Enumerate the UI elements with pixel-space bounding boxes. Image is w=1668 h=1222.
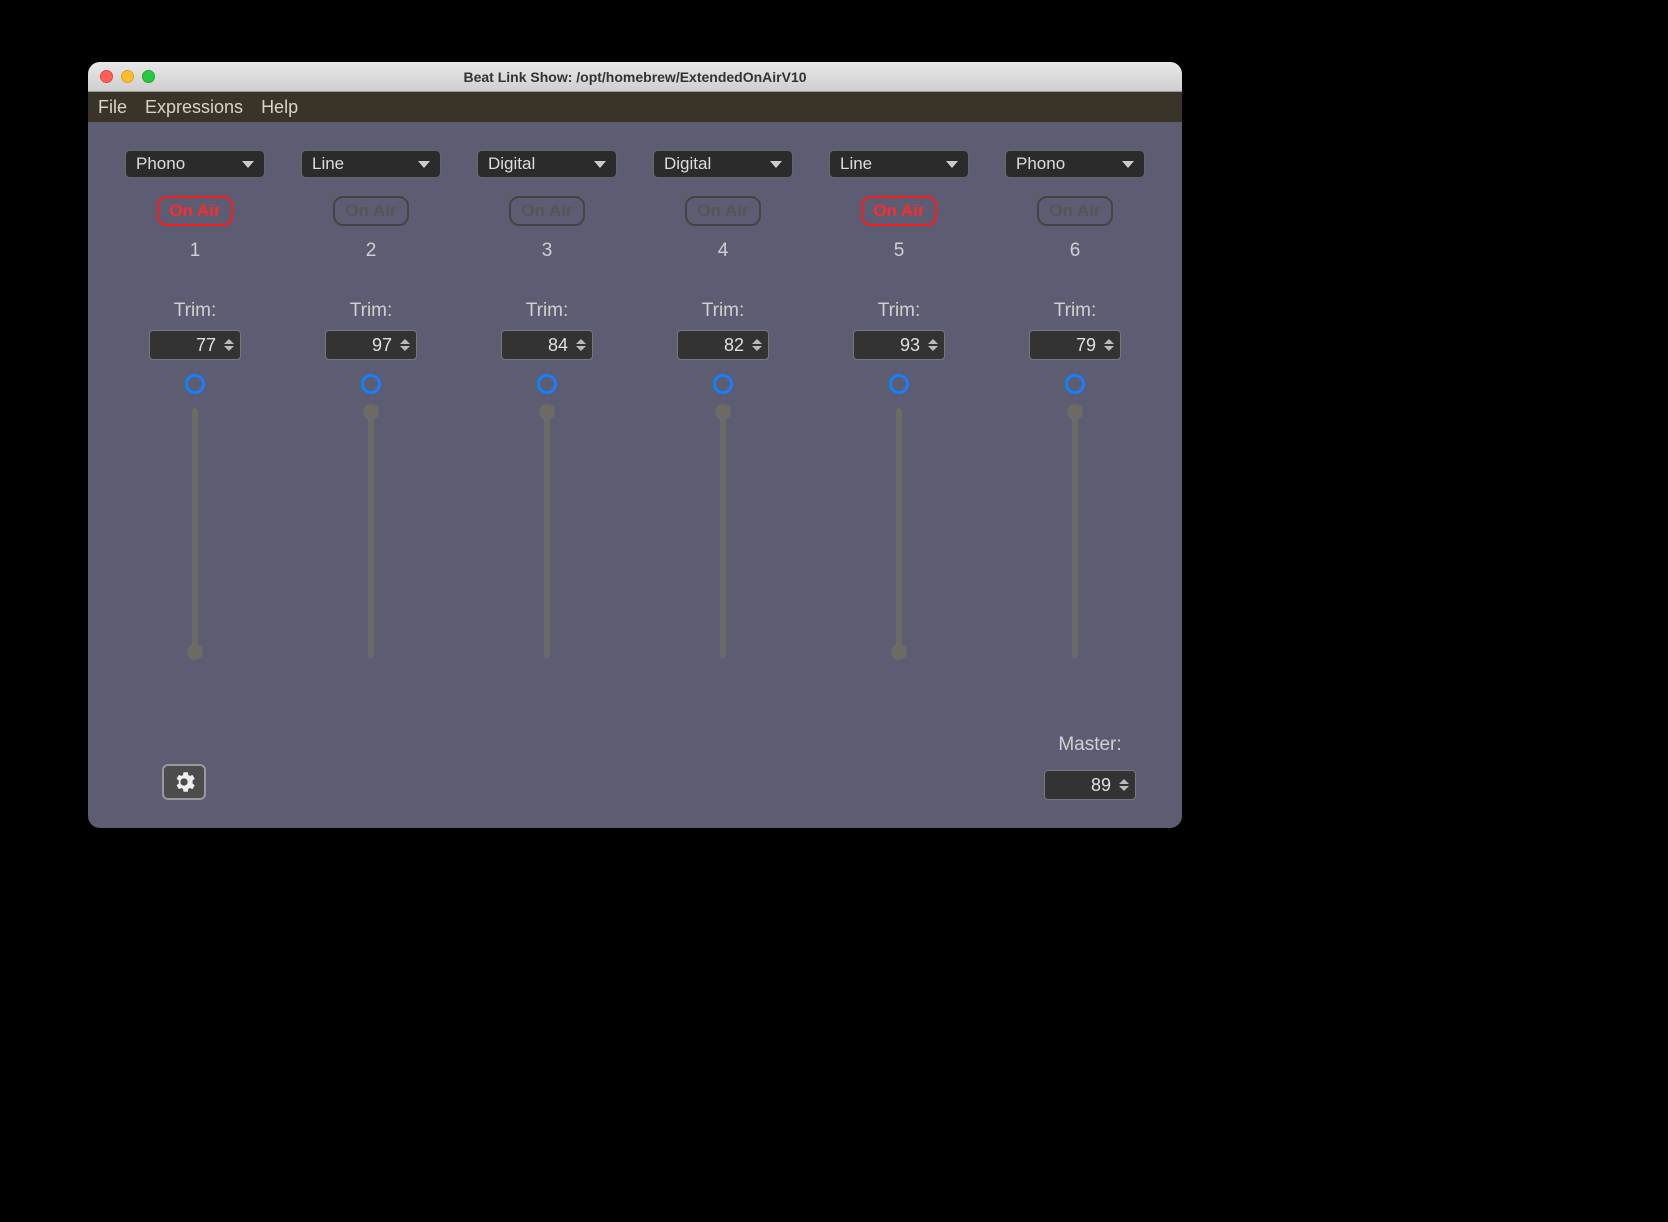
source-select-label: Digital <box>664 154 711 174</box>
menu-expressions[interactable]: Expressions <box>145 97 243 118</box>
bottom-row: Master: 89 <box>120 734 1150 808</box>
channel-radio[interactable] <box>713 374 733 394</box>
minimize-button[interactable] <box>121 70 134 83</box>
channel-strip: Digital On Air 3 Trim: 84 <box>472 150 622 658</box>
fader-thumb[interactable] <box>1067 404 1083 420</box>
master-spinner[interactable]: 89 <box>1044 770 1136 800</box>
app-window: Beat Link Show: /opt/homebrew/ExtendedOn… <box>88 62 1182 828</box>
channel-strip: Line On Air 5 Trim: 93 <box>824 150 974 658</box>
menu-file[interactable]: File <box>98 97 127 118</box>
source-select[interactable]: Line <box>301 150 441 178</box>
channel-strip: Phono On Air 1 Trim: 77 <box>120 150 270 658</box>
channel-radio[interactable] <box>537 374 557 394</box>
channel-strip: Digital On Air 4 Trim: 82 <box>648 150 798 658</box>
fader-track[interactable] <box>1072 408 1078 658</box>
fader-thumb[interactable] <box>715 404 731 420</box>
fader-thumb[interactable] <box>187 644 203 660</box>
spinner-arrows-icon <box>752 339 762 351</box>
trim-value: 84 <box>548 335 568 356</box>
fader-thumb[interactable] <box>539 404 555 420</box>
trim-value: 93 <box>900 335 920 356</box>
trim-value: 82 <box>724 335 744 356</box>
trim-value: 97 <box>372 335 392 356</box>
source-select[interactable]: Digital <box>477 150 617 178</box>
trim-label: Trim: <box>1054 300 1097 322</box>
source-select-label: Phono <box>1016 154 1065 174</box>
master-block: Master: 89 <box>1044 734 1136 800</box>
channels-row: Phono On Air 1 Trim: 77 Line On Air 2 Trim: 97 Dig… <box>120 150 1150 658</box>
fader-track[interactable] <box>896 408 902 658</box>
source-select[interactable]: Line <box>829 150 969 178</box>
chevron-down-icon <box>946 161 958 168</box>
fader-thumb[interactable] <box>363 404 379 420</box>
window-title: Beat Link Show: /opt/homebrew/ExtendedOn… <box>88 69 1182 85</box>
on-air-badge: On Air <box>509 196 584 226</box>
spinner-arrows-icon <box>400 339 410 351</box>
channel-strip: Phono On Air 6 Trim: 79 <box>1000 150 1150 658</box>
trim-spinner[interactable]: 79 <box>1029 330 1121 360</box>
source-select[interactable]: Phono <box>125 150 265 178</box>
fader-thumb[interactable] <box>891 644 907 660</box>
channel-number: 5 <box>894 240 905 262</box>
trim-value: 77 <box>196 335 216 356</box>
fader-track[interactable] <box>368 408 374 658</box>
menu-help[interactable]: Help <box>261 97 298 118</box>
channel-radio[interactable] <box>1065 374 1085 394</box>
maximize-button[interactable] <box>142 70 155 83</box>
on-air-badge: On Air <box>333 196 408 226</box>
channel-number: 2 <box>366 240 377 262</box>
source-select-label: Line <box>840 154 872 174</box>
channel-radio[interactable] <box>889 374 909 394</box>
chevron-down-icon <box>1122 161 1134 168</box>
source-select-label: Phono <box>136 154 185 174</box>
channel-number: 4 <box>718 240 729 262</box>
on-air-badge: On Air <box>861 196 936 226</box>
spinner-arrows-icon <box>576 339 586 351</box>
settings-button[interactable] <box>162 764 206 800</box>
trim-label: Trim: <box>878 300 921 322</box>
trim-spinner[interactable]: 82 <box>677 330 769 360</box>
source-select[interactable]: Digital <box>653 150 793 178</box>
trim-label: Trim: <box>702 300 745 322</box>
trim-label: Trim: <box>174 300 217 322</box>
trim-spinner[interactable]: 77 <box>149 330 241 360</box>
source-select-label: Line <box>312 154 344 174</box>
fader-track[interactable] <box>544 408 550 658</box>
source-select-label: Digital <box>488 154 535 174</box>
trim-value: 79 <box>1076 335 1096 356</box>
on-air-badge: On Air <box>685 196 760 226</box>
channel-number: 6 <box>1070 240 1081 262</box>
on-air-badge: On Air <box>157 196 232 226</box>
fader-track[interactable] <box>720 408 726 658</box>
spinner-arrows-icon <box>928 339 938 351</box>
spinner-arrows-icon <box>1119 779 1129 791</box>
trim-spinner[interactable]: 84 <box>501 330 593 360</box>
channel-number: 1 <box>190 240 201 262</box>
trim-spinner[interactable]: 93 <box>853 330 945 360</box>
close-button[interactable] <box>100 70 113 83</box>
trim-label: Trim: <box>350 300 393 322</box>
source-select[interactable]: Phono <box>1005 150 1145 178</box>
chevron-down-icon <box>770 161 782 168</box>
master-value: 89 <box>1091 775 1111 796</box>
chevron-down-icon <box>242 161 254 168</box>
channel-radio[interactable] <box>185 374 205 394</box>
channel-number: 3 <box>542 240 553 262</box>
gear-icon <box>173 771 195 793</box>
channel-radio[interactable] <box>361 374 381 394</box>
titlebar: Beat Link Show: /opt/homebrew/ExtendedOn… <box>88 62 1182 92</box>
on-air-badge: On Air <box>1037 196 1112 226</box>
spinner-arrows-icon <box>1104 339 1114 351</box>
spinner-arrows-icon <box>224 339 234 351</box>
menubar: File Expressions Help <box>88 92 1182 122</box>
chevron-down-icon <box>418 161 430 168</box>
master-label: Master: <box>1058 734 1121 756</box>
mixer-panel: Phono On Air 1 Trim: 77 Line On Air 2 Trim: 97 Dig… <box>88 122 1182 828</box>
chevron-down-icon <box>594 161 606 168</box>
channel-strip: Line On Air 2 Trim: 97 <box>296 150 446 658</box>
trim-spinner[interactable]: 97 <box>325 330 417 360</box>
trim-label: Trim: <box>526 300 569 322</box>
fader-track[interactable] <box>192 408 198 658</box>
